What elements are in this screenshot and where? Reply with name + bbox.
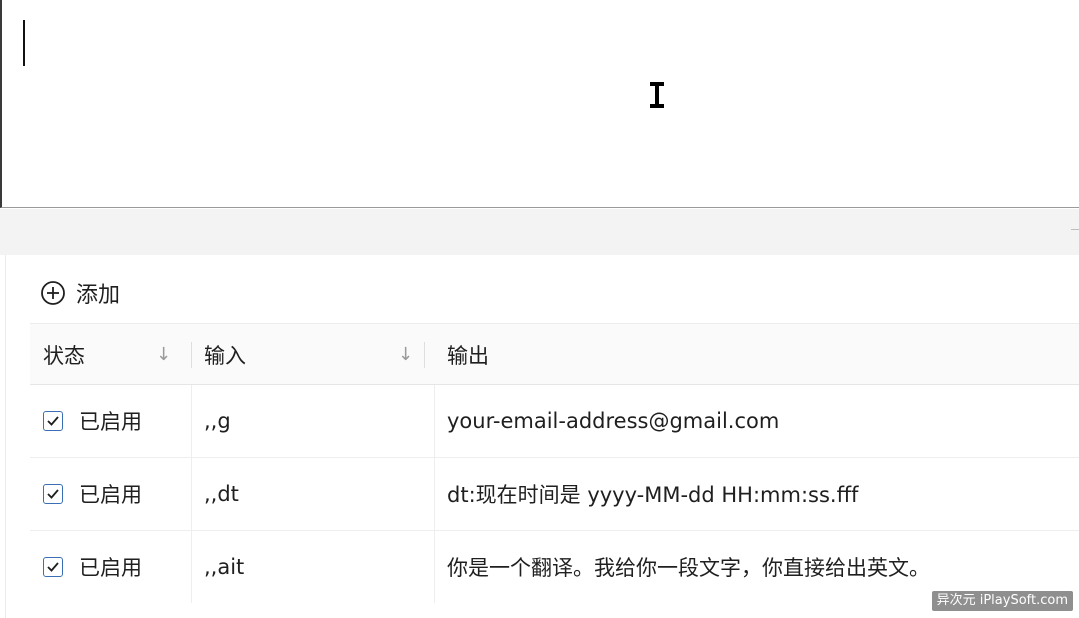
plus-circle-icon [41,281,65,305]
snippet-table: 状态 ↓ 输入 ↓ 输出 已启用 ,,g your-email-address@… [30,323,1079,605]
enabled-checkbox[interactable] [43,557,63,577]
output-cell[interactable]: dt:现在时间是 yyyy-MM-dd HH:mm:ss.fff [434,458,1079,530]
ibeam-cursor-icon [649,82,665,108]
column-header-status[interactable]: 状态 ↓ [30,324,191,386]
arrow-down-icon[interactable]: ↓ [156,344,171,365]
table-row[interactable]: 已启用 ,,dt dt:现在时间是 yyyy-MM-dd HH:mm:ss.ff… [30,458,1079,531]
input-cell[interactable]: ,,dt [191,458,434,530]
text-caret [23,20,25,66]
status-label: 已启用 [79,410,142,434]
column-header-input[interactable]: 输入 ↓ [191,324,434,386]
input-cell[interactable]: ,,g [191,385,434,457]
enabled-checkbox[interactable] [43,411,63,431]
checkmark-icon [47,562,59,572]
checkmark-icon [47,489,59,499]
add-button-label: 添加 [76,283,121,308]
watermark: 异次元 iPlaySoft.com [931,591,1073,611]
checkmark-icon [47,416,59,426]
column-header-output[interactable]: 输出 [434,324,1079,386]
status-cell: 已启用 [30,458,191,530]
table-header: 状态 ↓ 输入 ↓ 输出 [30,323,1079,385]
table-row[interactable]: 已启用 ,,g your-email-address@gmail.com [30,385,1079,458]
table-row[interactable]: 已启用 ,,ait 你是一个翻译。我给你一段文字，你直接给出英文。 [30,531,1079,604]
column-resize-handle[interactable] [424,342,425,368]
arrow-down-icon[interactable]: ↓ [398,344,413,365]
splitter-band[interactable] [0,209,1079,255]
status-label: 已启用 [79,483,142,507]
add-button[interactable]: 添加 [40,277,120,309]
status-cell: 已启用 [30,385,191,457]
text-editor[interactable] [0,0,1079,208]
enabled-checkbox[interactable] [43,484,63,504]
output-cell[interactable]: your-email-address@gmail.com [434,385,1079,457]
input-cell[interactable]: ,,ait [191,531,434,603]
status-label: 已启用 [79,556,142,580]
status-cell: 已启用 [30,531,191,603]
minimize-dash [1071,229,1079,230]
